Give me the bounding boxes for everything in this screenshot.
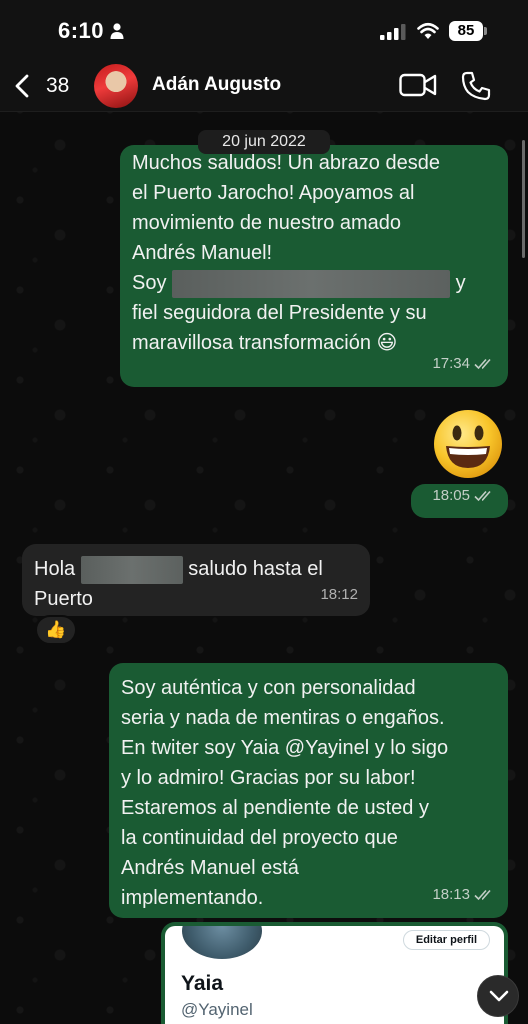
smiley-emoji-icon[interactable] xyxy=(432,408,504,480)
person-icon xyxy=(110,23,124,39)
contact-avatar[interactable] xyxy=(94,64,138,108)
message-text: Hola saludo hasta el Puerto xyxy=(34,554,358,614)
scroll-to-bottom-button[interactable] xyxy=(477,975,519,1017)
back-button[interactable]: 38 xyxy=(12,68,82,104)
image-message[interactable]: Editar perfil Yaia @Yayinel xyxy=(161,922,508,1024)
message-meta: 18:13 xyxy=(432,880,496,910)
message-time: 18:05 xyxy=(432,487,470,504)
edit-profile-button: Editar perfil xyxy=(402,930,490,950)
read-ticks-icon xyxy=(474,889,491,901)
profile-handle: @Yayinel xyxy=(181,1000,253,1019)
wifi-icon xyxy=(417,22,439,39)
profile-screenshot: Editar perfil Yaia @Yayinel xyxy=(165,926,504,1024)
message-time: 17:34 xyxy=(432,355,470,372)
profile-avatar xyxy=(179,926,265,962)
battery-icon: 85 xyxy=(449,21,487,41)
status-time: 6:10 xyxy=(58,18,105,43)
read-ticks-icon xyxy=(474,358,491,370)
outgoing-message-3[interactable]: Soy auténtica y con personalidad seria y… xyxy=(109,663,508,918)
phone-icon[interactable] xyxy=(460,70,492,102)
scrollbar[interactable] xyxy=(522,140,525,258)
cellular-signal-icon xyxy=(380,24,406,40)
outgoing-message-1[interactable]: Muchos saludos! Un abrazo desde el Puerto… xyxy=(120,145,508,387)
chevron-down-icon xyxy=(489,990,509,1002)
message-text: Muchos saludos! Un abrazo desde el Puerto… xyxy=(132,152,466,354)
message-text: Soy auténtica y con personalidad seria y… xyxy=(121,677,449,909)
redacted-name xyxy=(172,269,451,298)
message-meta: 18:05 xyxy=(432,481,496,511)
chat-header: 38 Adán Augusto xyxy=(0,60,528,112)
outgoing-message-2[interactable]: 18:05 xyxy=(411,484,508,518)
date-separator: 20 jun 2022 xyxy=(198,130,330,154)
message-time: 18:12 xyxy=(320,586,358,603)
contact-name[interactable]: Adán Augusto xyxy=(152,74,281,96)
profile-name: Yaia xyxy=(181,972,224,995)
message-meta: 18:12 xyxy=(320,580,358,610)
message-time: 18:13 xyxy=(432,886,470,903)
incoming-message-1[interactable]: Hola saludo hasta el Puerto 18:12 xyxy=(22,544,370,616)
battery-level: 85 xyxy=(449,21,483,41)
unread-count: 38 xyxy=(46,74,70,97)
thumbs-up-reaction[interactable]: 👍 xyxy=(35,615,77,645)
video-call-icon[interactable] xyxy=(399,72,437,98)
status-bar: 6:10 85 xyxy=(0,0,528,60)
chevron-left-icon xyxy=(15,74,29,98)
read-ticks-icon xyxy=(474,490,491,502)
redacted-name xyxy=(80,555,183,584)
message-meta: 17:34 xyxy=(432,349,496,379)
